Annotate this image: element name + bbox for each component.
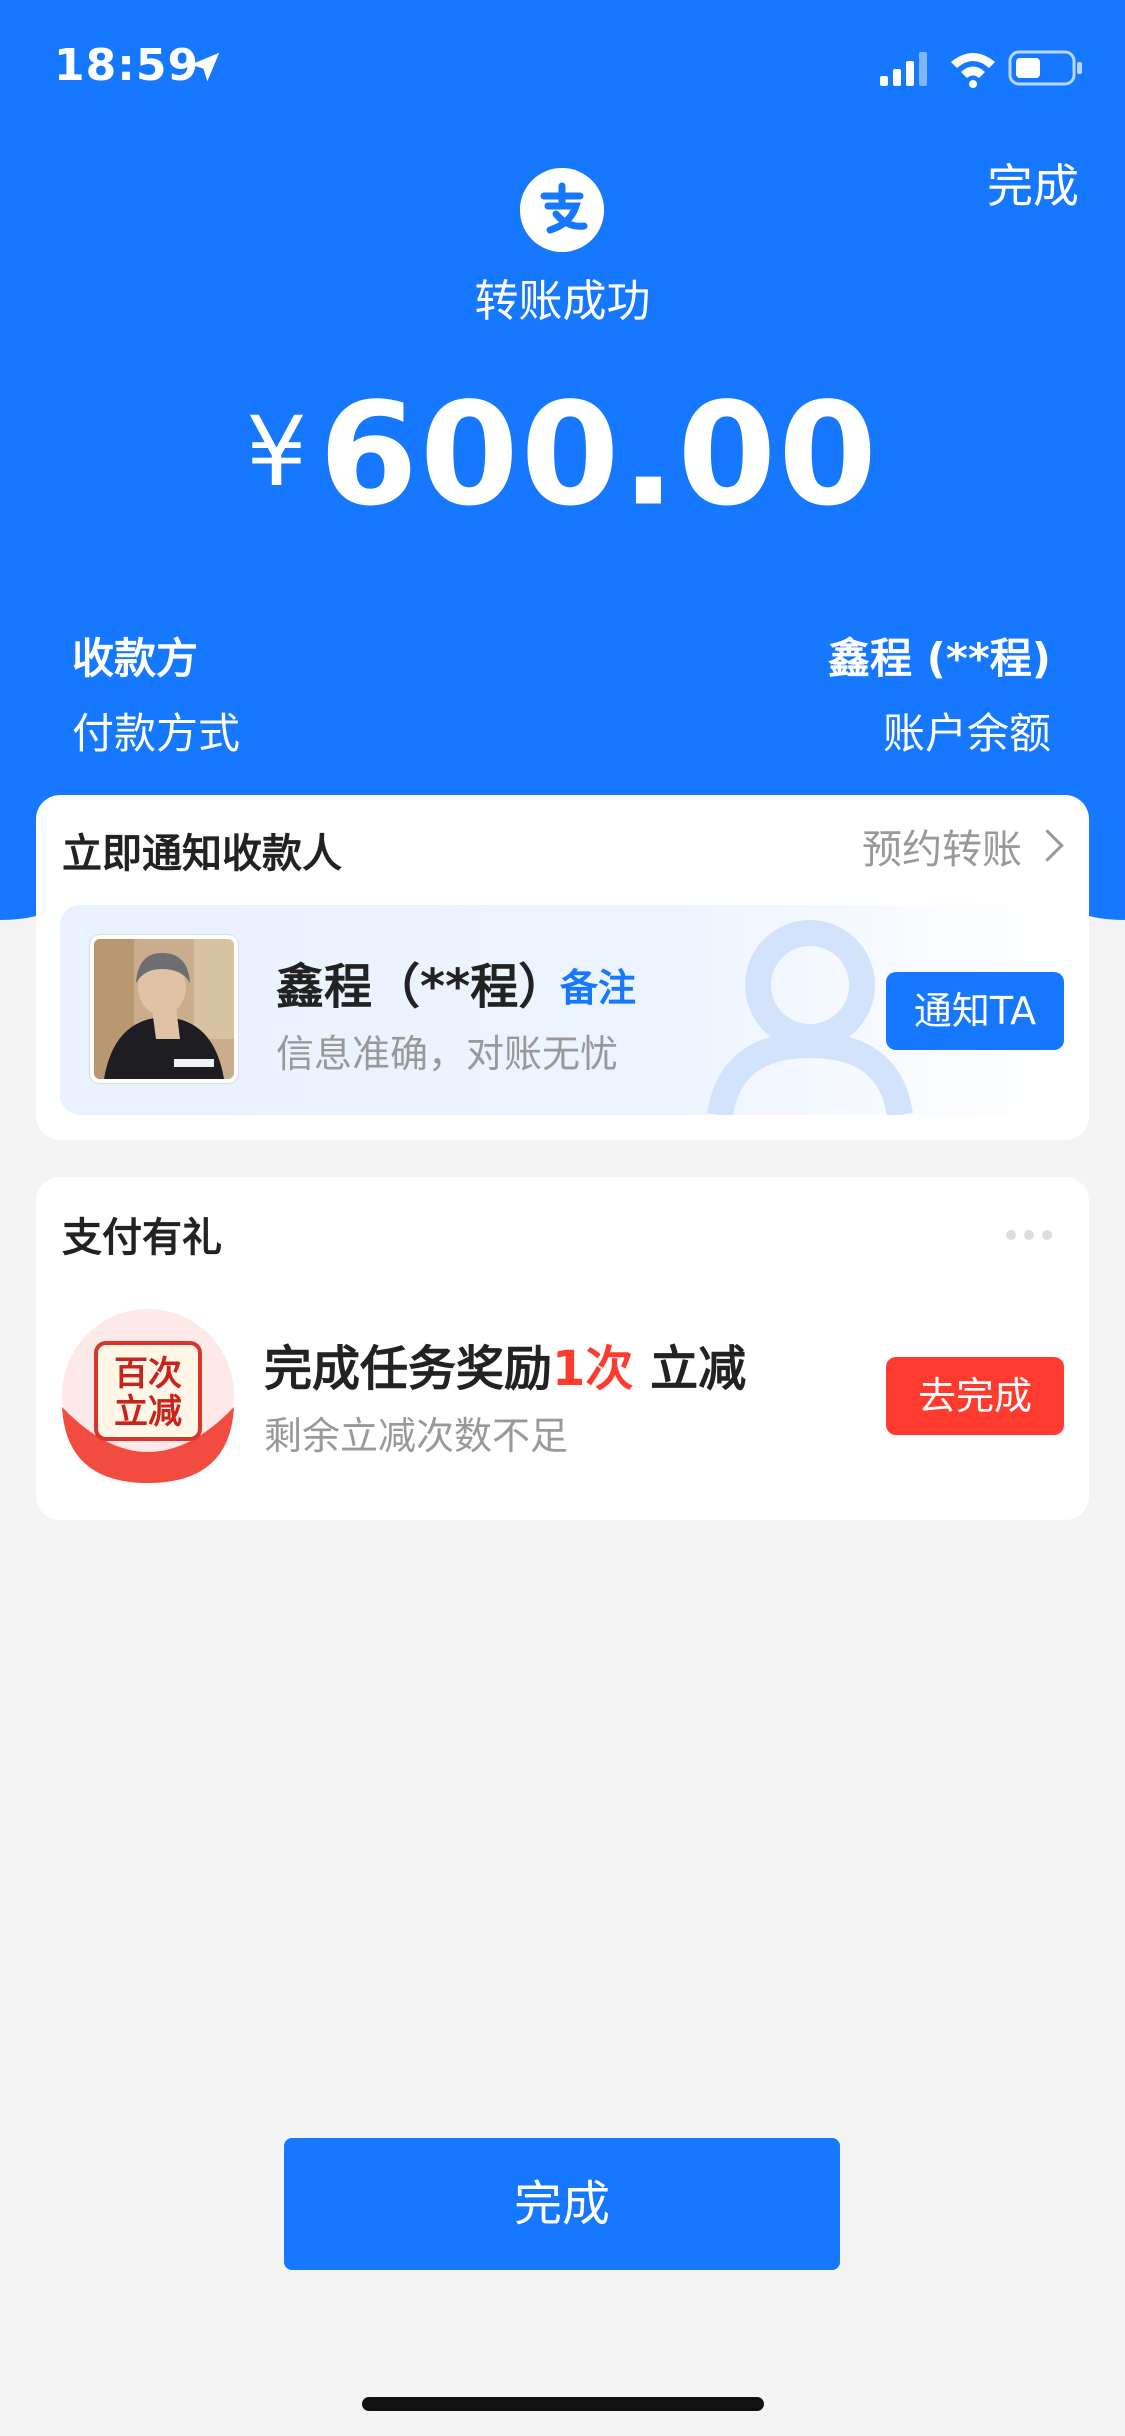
currency-symbol: ¥ — [245, 395, 308, 508]
badge-text-line2: 立减 — [114, 1392, 182, 1432]
payment-gift-card: 支付有礼 百次 立减 完成任务奖励1次 立减 剩余立减次数不足 去完成 — [36, 1177, 1089, 1520]
header-done-button[interactable]: 完成 — [987, 150, 1079, 216]
gift-task-title: 完成任务奖励1次 立减 — [264, 1329, 746, 1399]
badge-text-line1: 百次 — [114, 1354, 182, 1394]
notify-button[interactable]: 通知TA — [886, 972, 1064, 1050]
payee-label: 收款方 — [72, 634, 199, 683]
remark-link[interactable]: 备注 — [560, 957, 636, 1012]
status-bar: 18:59 — [0, 0, 1125, 140]
wifi-icon — [951, 53, 995, 88]
go-complete-button[interactable]: 去完成 — [886, 1357, 1064, 1435]
notify-card-title: 立即通知收款人 — [62, 831, 342, 877]
transfer-amount: ¥600.00 — [0, 375, 1125, 536]
discount-badge-icon: 百次 立减 — [60, 1307, 236, 1483]
schedule-transfer-label: 预约转账 — [862, 827, 1022, 873]
payee-value: 鑫程 (**程) — [828, 634, 1051, 683]
battery-icon — [1008, 50, 1082, 86]
location-arrow-icon — [190, 52, 220, 82]
payee-avatar[interactable] — [90, 935, 238, 1083]
chevron-right-icon — [1031, 829, 1064, 862]
status-time: 18:59 — [54, 40, 200, 91]
payee-box: 鑫程（**程） 备注 信息准确，对账无忧 通知TA — [60, 905, 1065, 1115]
gift-task-prefix: 完成任务奖励 — [264, 1341, 553, 1397]
cellular-signal-icon — [880, 52, 927, 86]
alipay-logo-icon — [520, 168, 604, 252]
schedule-transfer-link[interactable]: 预约转账 — [862, 817, 1064, 875]
payment-method-label: 付款方式 — [72, 709, 241, 758]
gift-subtitle: 剩余立减次数不足 — [264, 1414, 569, 1458]
payee-name: 鑫程（**程） — [276, 959, 567, 1015]
transfer-success-title: 转账成功 — [474, 276, 651, 327]
gift-task-count: 1次 — [552, 1341, 634, 1397]
done-button[interactable]: 完成 — [284, 2138, 840, 2270]
payment-method-value: 账户余额 — [882, 709, 1051, 758]
payee-subtitle: 信息准确，对账无忧 — [276, 1032, 619, 1076]
notify-payee-card: 立即通知收款人 预约转账 鑫程（**程） 备注 信息准确，对账无忧 通知TA — [36, 795, 1089, 1140]
gift-task-suffix: 立减 — [633, 1341, 747, 1397]
avatar-photo — [94, 939, 234, 1079]
more-options-icon[interactable] — [1005, 1229, 1053, 1241]
amount-value: 600.00 — [319, 372, 880, 538]
home-indicator[interactable] — [362, 2397, 764, 2411]
gift-card-title: 支付有礼 — [62, 1215, 222, 1261]
